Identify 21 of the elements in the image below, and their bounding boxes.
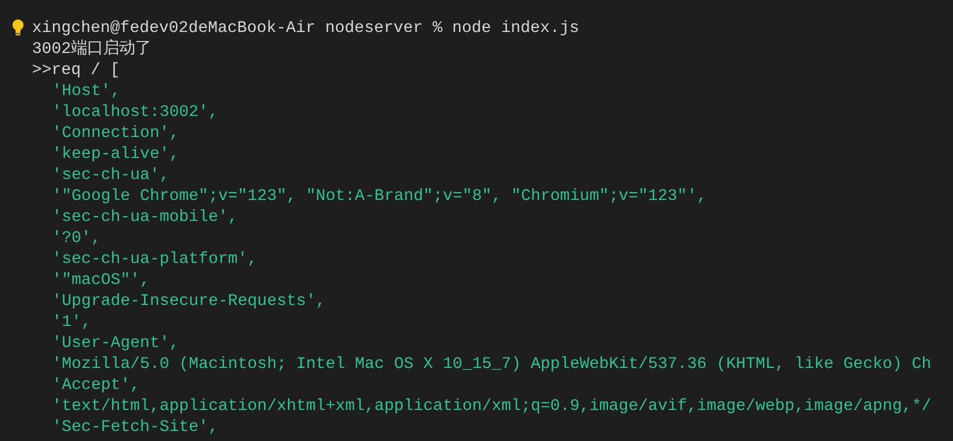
string-line: 'Connection',: [52, 122, 180, 143]
string-line: '"Google Chrome";v="123", "Not:A-Brand";v="8", "Chromium";v="123"',: [52, 185, 707, 206]
string-line: '1',: [52, 311, 92, 332]
string-line: '?0',: [52, 227, 101, 248]
string-line: 'Mozilla/5.0 (Macintosh; Intel Mac OS X 10_15_7) AppleWebKit/537.36 (KHTML, like Gecko) Ch: [52, 353, 932, 374]
string-line: '"macOS"',: [52, 269, 150, 290]
string-line: 'Host',: [52, 80, 120, 101]
string-line: 'localhost:3002',: [52, 101, 218, 122]
string-line: 'text/html,application/xhtml+xml,application/xml;q=0.9,image/avif,image/webp,image/apng,*/: [52, 395, 932, 416]
string-line: 'sec-ch-ua-mobile',: [52, 206, 238, 227]
string-line: 'Sec-Fetch-Site',: [52, 416, 218, 437]
command-line: xingchen@fedev02deMacBook-Air nodeserver % node index.js: [32, 17, 580, 38]
output-line: 3002端口启动了: [32, 38, 152, 59]
output-line: >>req / [: [32, 59, 120, 80]
string-line: 'sec-ch-ua',: [52, 164, 170, 185]
lightbulb-icon[interactable]: [12, 18, 24, 36]
string-line: 'Upgrade-Insecure-Requests',: [52, 290, 326, 311]
string-line: 'keep-alive',: [52, 143, 180, 164]
string-line: 'sec-ch-ua-platform',: [52, 248, 258, 269]
string-line: 'Accept',: [52, 374, 140, 395]
string-line: 'User-Agent',: [52, 332, 180, 353]
